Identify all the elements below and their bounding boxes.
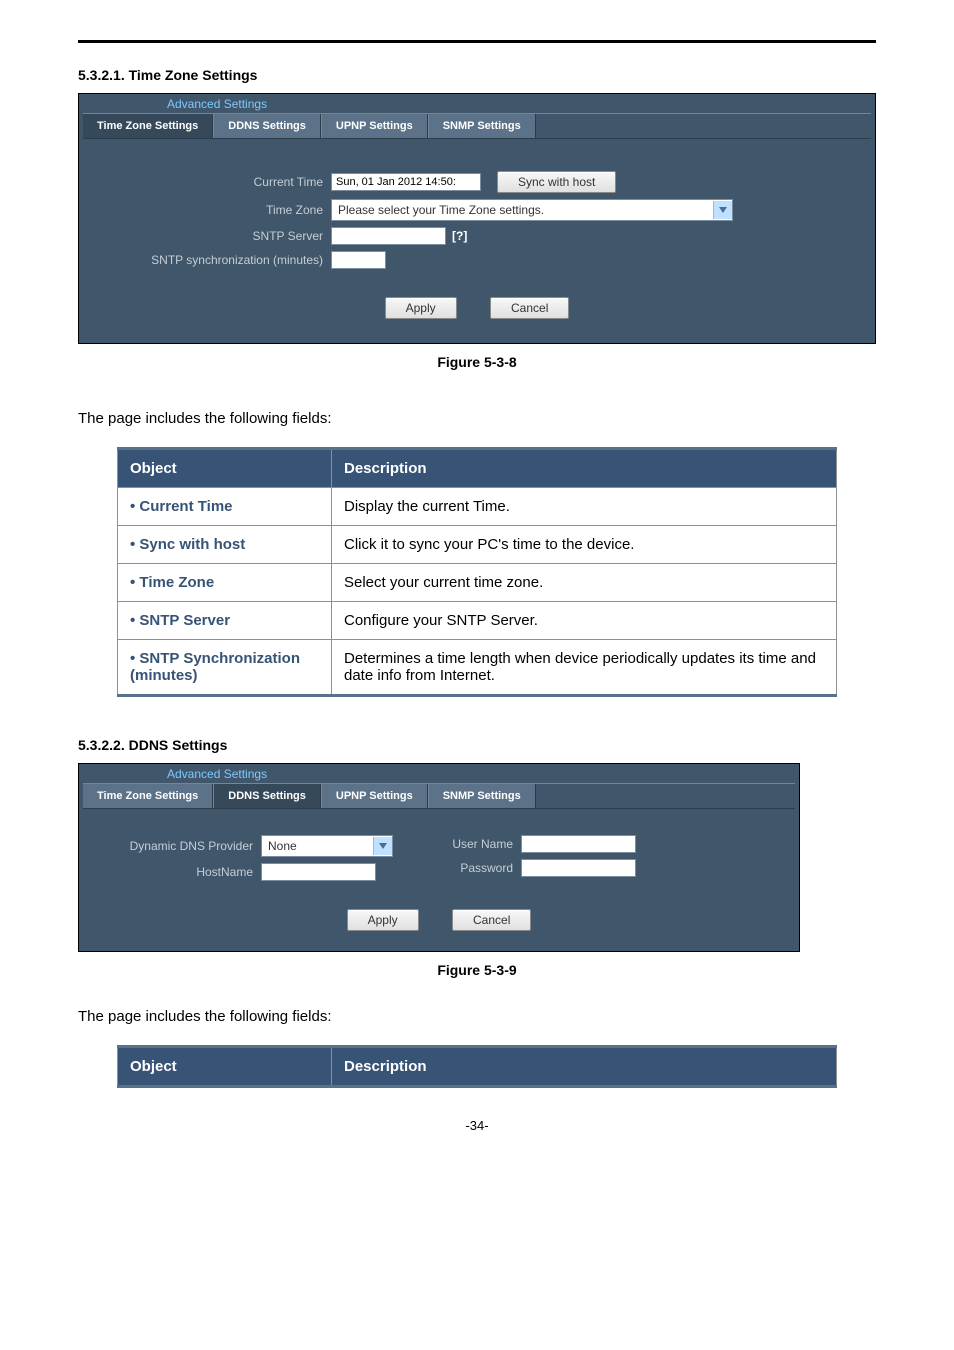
form-ddns: Dynamic DNS Provider None HostName	[79, 809, 799, 951]
obj-current-time: Current Time	[130, 498, 233, 515]
th-description: Description	[332, 449, 837, 488]
tab2-snmp[interactable]: SNMP Settings	[428, 784, 536, 808]
table-intro-1: The page includes the following fields:	[78, 410, 876, 427]
row-provider: Dynamic DNS Provider None	[103, 835, 393, 857]
input-username[interactable]	[521, 835, 636, 853]
input-current-time[interactable]	[331, 173, 481, 191]
th-object-2: Object	[118, 1047, 332, 1087]
button-row-2: Apply Cancel	[103, 887, 775, 931]
sync-with-host-button[interactable]: Sync with host	[497, 171, 616, 193]
fields-table-2: Object Description	[117, 1045, 837, 1088]
panel-timezone: Advanced Settings Time Zone Settings DDN…	[78, 93, 876, 344]
desc-current-time: Display the current Time.	[332, 488, 837, 526]
section-title-1: Time Zone Settings	[129, 67, 258, 83]
figure-caption-2: Figure 5-3-9	[78, 962, 876, 978]
obj-sync: Sync with host	[130, 536, 245, 553]
row-password: Password	[433, 859, 636, 877]
tab2-upnp[interactable]: UPNP Settings	[321, 784, 428, 808]
tab-ddns[interactable]: DDNS Settings	[213, 114, 321, 138]
figure-caption-1: Figure 5-3-8	[78, 354, 876, 370]
tab-snmp[interactable]: SNMP Settings	[428, 114, 536, 138]
apply-button-1[interactable]: Apply	[385, 297, 457, 319]
th-description-2: Description	[332, 1047, 837, 1087]
label-time-zone: Time Zone	[103, 203, 331, 217]
row-hostname: HostName	[103, 863, 393, 881]
cancel-button-1[interactable]: Cancel	[490, 297, 569, 319]
row-sntp-sync: SNTP synchronization (minutes)	[103, 251, 851, 269]
label-password: Password	[433, 861, 521, 875]
label-provider: Dynamic DNS Provider	[103, 839, 261, 853]
section-number-1: 5.3.2.1.	[78, 67, 125, 83]
obj-sntp: SNTP Server	[130, 612, 230, 629]
panel-title-2: Advanced Settings	[79, 764, 799, 783]
label-current-time: Current Time	[103, 175, 331, 189]
label-sntp-sync: SNTP synchronization (minutes)	[103, 253, 331, 267]
fields-table-1: Object Description Current Time Display …	[117, 447, 837, 697]
chevron-down-icon	[373, 837, 392, 855]
desc-sync: Click it to sync your PC's time to the d…	[332, 526, 837, 564]
panel-ddns: Advanced Settings Time Zone Settings DDN…	[78, 763, 800, 952]
desc-tz: Select your current time zone.	[332, 564, 837, 602]
obj-sntp-sync: SNTP Synchronization (minutes)	[130, 650, 300, 684]
table-row: SNTP Server Configure your SNTP Server.	[118, 602, 837, 640]
tab-timezone[interactable]: Time Zone Settings	[83, 114, 213, 138]
tab-row-2: Time Zone Settings DDNS Settings UPNP Se…	[83, 783, 795, 809]
tab-row-1: Time Zone Settings DDNS Settings UPNP Se…	[83, 113, 871, 139]
row-current-time: Current Time Sync with host	[103, 171, 851, 193]
panel-title-1: Advanced Settings	[79, 94, 875, 113]
obj-tz: Time Zone	[130, 574, 214, 591]
desc-sntp: Configure your SNTP Server.	[332, 602, 837, 640]
input-sntp-sync[interactable]	[331, 251, 386, 269]
input-password[interactable]	[521, 859, 636, 877]
tab-upnp[interactable]: UPNP Settings	[321, 114, 428, 138]
tab2-ddns[interactable]: DDNS Settings	[213, 784, 321, 808]
row-username: User Name	[433, 835, 636, 853]
input-sntp-server[interactable]	[331, 227, 446, 245]
page-number: -34-	[78, 1118, 876, 1133]
section-number-2: 5.3.2.2.	[78, 737, 125, 753]
table-intro-2: The page includes the following fields:	[78, 1008, 876, 1025]
section-heading-1: 5.3.2.1. Time Zone Settings	[78, 67, 876, 83]
tab2-timezone[interactable]: Time Zone Settings	[83, 784, 213, 808]
cancel-button-2[interactable]: Cancel	[452, 909, 531, 931]
table-row: SNTP Synchronization (minutes) Determine…	[118, 640, 837, 696]
help-icon[interactable]: [?]	[452, 229, 467, 243]
th-object: Object	[118, 449, 332, 488]
chevron-down-icon	[713, 201, 732, 219]
section-heading-2: 5.3.2.2. DDNS Settings	[78, 737, 876, 753]
row-sntp-server: SNTP Server [?]	[103, 227, 851, 245]
label-username: User Name	[433, 837, 521, 851]
row-time-zone: Time Zone Please select your Time Zone s…	[103, 199, 851, 221]
label-sntp-server: SNTP Server	[103, 229, 331, 243]
label-hostname: HostName	[103, 865, 261, 879]
select-provider[interactable]: None	[261, 835, 393, 857]
table-row: Current Time Display the current Time.	[118, 488, 837, 526]
table-header-row: Object Description	[118, 1047, 837, 1087]
table-row: Sync with host Click it to sync your PC'…	[118, 526, 837, 564]
desc-sntp-sync: Determines a time length when device per…	[332, 640, 837, 696]
select-time-zone-value: Please select your Time Zone settings.	[332, 203, 713, 217]
form-timezone: Current Time Sync with host Time Zone Pl…	[79, 139, 875, 343]
table-header-row: Object Description	[118, 449, 837, 488]
button-row-1: Apply Cancel	[103, 275, 851, 319]
select-time-zone[interactable]: Please select your Time Zone settings.	[331, 199, 733, 221]
section-title-2: DDNS Settings	[129, 737, 228, 753]
table-row: Time Zone Select your current time zone.	[118, 564, 837, 602]
select-provider-value: None	[262, 839, 373, 853]
apply-button-2[interactable]: Apply	[347, 909, 419, 931]
divider-top	[78, 40, 876, 43]
input-hostname[interactable]	[261, 863, 376, 881]
